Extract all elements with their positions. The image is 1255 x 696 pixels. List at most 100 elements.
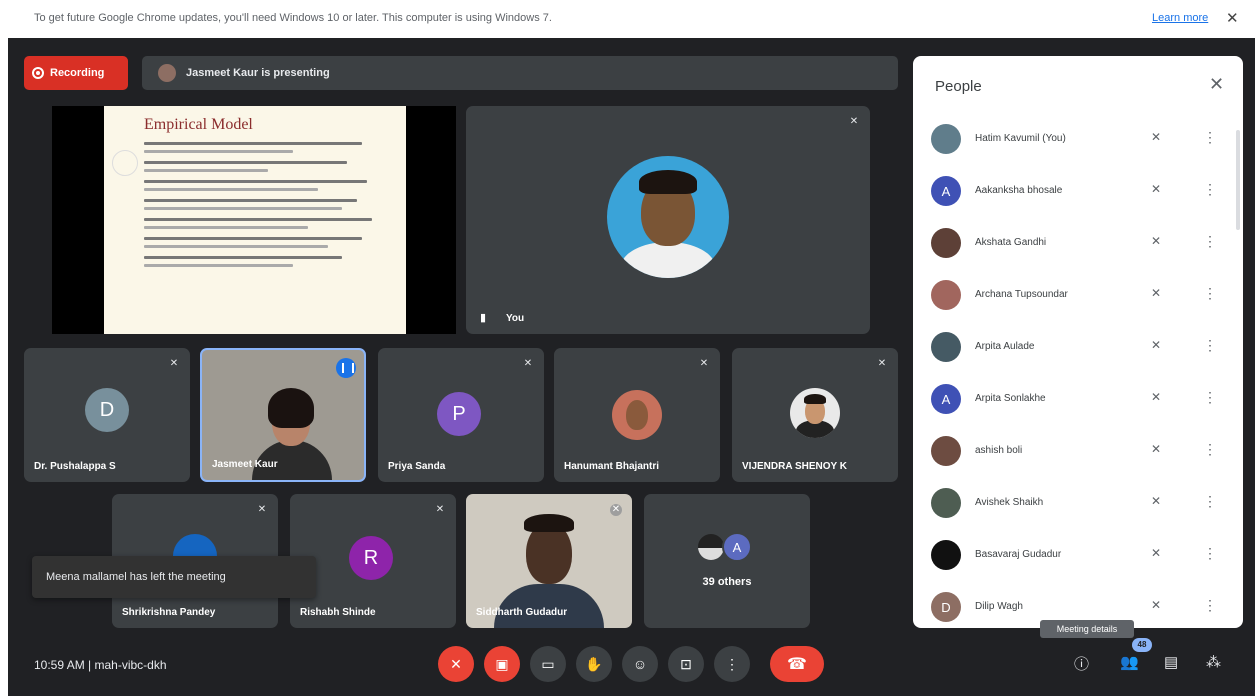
avatar: R	[349, 536, 393, 580]
banner-message: To get future Google Chrome updates, you…	[34, 12, 552, 24]
participant-name: Hatim Kavumil (You)	[975, 133, 1066, 144]
more-vert-icon[interactable]: ⋮	[1203, 129, 1217, 146]
recording-indicator[interactable]: Recording	[24, 56, 128, 90]
close-icon[interactable]: ✕	[1209, 74, 1224, 95]
pin-icon[interactable]: ▮	[480, 311, 486, 324]
tile-name: Priya Sanda	[388, 461, 446, 472]
tile-name: Siddharth Gudadur	[476, 607, 568, 618]
avatar-photo	[612, 390, 662, 440]
mic-off-icon: ✕	[523, 358, 533, 369]
tile-name-self: You	[506, 313, 525, 324]
more-vert-icon[interactable]: ⋮	[1203, 389, 1217, 406]
leave-call-button[interactable]: ☎	[770, 646, 824, 682]
captions-button[interactable]: ▭	[530, 646, 566, 682]
participant-avatar	[931, 228, 961, 258]
participant-name: Akshata Gandhi	[975, 237, 1047, 248]
avatar: D	[85, 388, 129, 432]
toast-message: Meena mallamel has left the meeting	[46, 571, 226, 583]
participant-row[interactable]: Basavaraj Gudadur ✕ ⋮	[931, 534, 1231, 574]
participant-row[interactable]: Akshata Gandhi ✕ ⋮	[931, 222, 1231, 262]
mic-off-icon: ✕	[1151, 494, 1162, 508]
left-meeting-toast: Meena mallamel has left the meeting	[32, 556, 316, 598]
tile-name: Dr. Pushalappa S	[34, 461, 116, 472]
people-panel: People ✕ Hatim Kavumil (You) ✕ ⋮ A Aakan…	[913, 56, 1243, 628]
more-vert-icon[interactable]: ⋮	[1203, 493, 1217, 510]
meeting-details-tooltip: Meeting details	[1040, 620, 1134, 638]
avatar-photo	[790, 388, 840, 438]
presenting-label: Jasmeet Kaur is presenting	[186, 67, 330, 79]
participant-avatar: D	[931, 592, 961, 622]
participant-row[interactable]: A Arpita Sonlakhe ✕ ⋮	[931, 378, 1231, 418]
more-vert-icon[interactable]: ⋮	[1203, 233, 1217, 250]
mic-off-icon: ✕	[1151, 598, 1162, 612]
mic-off-icon: ✕	[1151, 338, 1162, 352]
banner-close-icon[interactable]: ✕	[1226, 9, 1239, 27]
participant-name: ashish boli	[975, 445, 1023, 456]
record-icon	[32, 67, 44, 79]
tile-name: Rishabh Shinde	[300, 607, 376, 618]
tile-name: Shrikrishna Pandey	[122, 607, 216, 618]
speaking-indicator-icon	[336, 358, 356, 378]
people-icon[interactable]: 👥	[1120, 653, 1139, 671]
mic-off-icon: ✕	[1151, 390, 1162, 404]
presentation-slide: Empirical Model	[104, 106, 406, 334]
mic-off-icon: ✕	[849, 116, 859, 127]
meeting-details-icon[interactable]: ⓘ	[1074, 653, 1089, 674]
participant-tile[interactable]: ✕ D Dr. Pushalappa S	[24, 348, 190, 482]
avatar: A	[722, 532, 752, 562]
participant-name: Basavaraj Gudadur	[975, 549, 1062, 560]
others-tile[interactable]: A 39 others	[644, 494, 810, 628]
participant-avatar	[931, 488, 961, 518]
participant-tile[interactable]: ✕ P Priya Sanda	[378, 348, 544, 482]
mic-off-icon: ✕	[1151, 182, 1162, 196]
more-vert-icon[interactable]: ⋮	[1203, 545, 1217, 562]
participant-name: Arpita Sonlakhe	[975, 393, 1046, 404]
more-vert-icon[interactable]: ⋮	[1203, 441, 1217, 458]
more-vert-icon[interactable]: ⋮	[1203, 337, 1217, 354]
slide-decoration	[112, 150, 138, 176]
mic-off-icon: ✕	[1151, 546, 1162, 560]
chat-icon[interactable]: ▤	[1164, 653, 1178, 671]
participant-row[interactable]: Avishek Shaikh ✕ ⋮	[931, 482, 1231, 522]
participant-row[interactable]: Archana Tupsoundar ✕ ⋮	[931, 274, 1231, 314]
activities-icon[interactable]: ⁂	[1206, 653, 1221, 671]
presenter-avatar	[158, 64, 176, 82]
mic-off-icon: ✕	[699, 358, 709, 369]
more-vert-icon[interactable]: ⋮	[1203, 597, 1217, 614]
presenting-bar: Jasmeet Kaur is presenting	[142, 56, 898, 90]
participant-avatar	[931, 540, 961, 570]
more-vert-icon[interactable]: ⋮	[1203, 285, 1217, 302]
present-now-button[interactable]: ⊡	[668, 646, 704, 682]
participant-tile[interactable]: ✕ Siddharth Gudadur	[466, 494, 632, 628]
chrome-update-banner: To get future Google Chrome updates, you…	[0, 0, 1255, 38]
participant-avatar	[931, 436, 961, 466]
participant-row[interactable]: Arpita Aulade ✕ ⋮	[931, 326, 1231, 366]
reactions-button[interactable]: ☺	[622, 646, 658, 682]
more-options-button[interactable]: ⋮	[714, 646, 750, 682]
people-title: People	[935, 78, 982, 95]
camera-toggle-button[interactable]: ▣	[484, 646, 520, 682]
participant-avatar: A	[931, 384, 961, 414]
participant-name: Archana Tupsoundar	[975, 289, 1068, 300]
people-scrollbar[interactable]	[1236, 130, 1240, 230]
participant-avatar	[931, 332, 961, 362]
learn-more-link[interactable]: Learn more	[1152, 12, 1208, 24]
mic-off-icon: ✕	[435, 504, 445, 515]
mic-off-icon: ✕	[257, 504, 267, 515]
participant-row[interactable]: ashish boli ✕ ⋮	[931, 430, 1231, 470]
more-vert-icon[interactable]: ⋮	[1203, 181, 1217, 198]
participant-tile[interactable]: ✕ VIJENDRA SHENOY K	[732, 348, 898, 482]
mic-toggle-button[interactable]: ✕	[438, 646, 474, 682]
mic-off-icon: ✕	[169, 358, 179, 369]
participant-avatar	[931, 280, 961, 310]
participant-tile[interactable]: ✕ Hanumant Bhajantri	[554, 348, 720, 482]
avatar: P	[437, 392, 481, 436]
tile-name: Hanumant Bhajantri	[564, 461, 660, 472]
participant-count-badge: 48	[1132, 638, 1152, 652]
participant-tile-speaking[interactable]: Jasmeet Kaur	[200, 348, 366, 482]
participant-row[interactable]: A Aakanksha bhosale ✕ ⋮	[931, 170, 1231, 210]
participant-row[interactable]: Hatim Kavumil (You) ✕ ⋮	[931, 118, 1231, 158]
raise-hand-button[interactable]: ✋	[576, 646, 612, 682]
participant-name: Aakanksha bhosale	[975, 185, 1063, 196]
participant-name: Dilip Wagh	[975, 601, 1023, 612]
